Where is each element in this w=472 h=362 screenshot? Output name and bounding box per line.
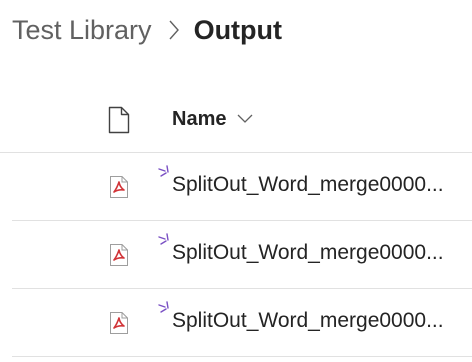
chevron-down-icon [236, 113, 254, 125]
list-header: Name [0, 86, 472, 153]
breadcrumb-parent-link[interactable]: Test Library [12, 15, 152, 46]
breadcrumb: Test Library Output [12, 10, 282, 50]
file-name-link[interactable]: SplitOut_Word_merge0000... [172, 241, 472, 265]
pdf-file-icon [109, 243, 129, 267]
file-name-link[interactable]: SplitOut_Word_merge0000... [172, 173, 472, 197]
list-item[interactable]: SplitOut_Word_merge0000... [12, 221, 472, 289]
breadcrumb-current: Output [193, 14, 283, 45]
pdf-file-icon [109, 311, 129, 335]
chevron-right-icon [168, 19, 180, 41]
name-column-header[interactable]: Name [172, 104, 254, 134]
file-name-link[interactable]: SplitOut_Word_merge0000... [172, 309, 472, 333]
list-item[interactable]: SplitOut_Word_merge0000... [12, 289, 472, 357]
document-icon[interactable] [107, 106, 131, 134]
document-library-view: Test Library Output Name SplitOut_Word_m… [0, 0, 472, 362]
list-item[interactable]: SplitOut_Word_merge0000... [12, 153, 472, 221]
pdf-file-icon [109, 175, 129, 199]
name-column-label: Name [172, 107, 227, 130]
